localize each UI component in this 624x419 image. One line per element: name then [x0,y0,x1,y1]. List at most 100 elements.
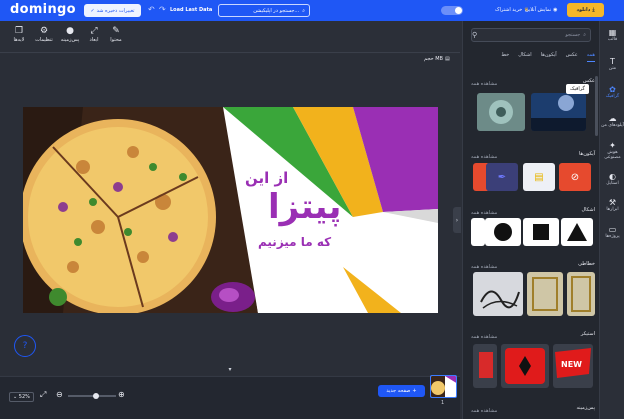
tab-lines[interactable]: خط [501,52,509,62]
sidebar-item-graphics[interactable]: ✿ گرافیک [600,85,624,99]
upload-cloud-icon: ☁ [608,114,617,123]
view-all-shapes[interactable]: مشاهده همه [471,210,497,216]
sidebar-item-label: هوش مصنوعی [604,150,621,160]
view-all-backgrounds[interactable]: مشاهده همه [471,408,497,414]
top-bar: domingo ✓ تغییرات ذخیره شد ↶ ↷ Load Last… [0,0,624,21]
shape-circle[interactable] [485,218,521,246]
app-search-input[interactable]: جستجو در اپلیکیشن... ⌕ [218,4,310,17]
palette-icon: ◐ [609,172,616,181]
help-icon: ? [22,341,28,351]
sidebar-rail: ▦ قالب T متن ✿ گرافیک ☁ آپلودهای من ✦ هوش مصن… [599,21,624,419]
tool-dimensions-label: ابعاد [89,37,99,43]
sidebar-item-text[interactable]: T متن [600,57,624,71]
bottom-bar [0,376,460,419]
sticker-tile-flag[interactable] [501,344,549,388]
tool-layers[interactable]: ❐ لایه‌ها [9,26,29,43]
sidebar-item-tools[interactable]: ⚒ ابزارها [600,198,624,212]
sidebar-item-uploads[interactable]: ☁ آپلودهای من [600,114,624,128]
help-button[interactable]: ? [14,335,36,357]
tab-all[interactable]: همه [586,52,595,62]
view-all-calligraphy[interactable]: مشاهده همه [471,264,497,270]
photo-tile-plant[interactable] [477,93,525,131]
sticker-graphic-1 [479,352,493,378]
tool-layers-label: لایه‌ها [13,37,25,43]
zoom-slider[interactable] [68,393,116,399]
tab-icons[interactable]: آیکون‌ها [541,52,557,62]
undo-icon[interactable]: ↶ [148,5,155,14]
sidebar-item-ai[interactable]: ✦ هوش مصنوعی [600,141,624,160]
plus-icon: + [412,388,417,394]
mode-toggle[interactable] [441,6,463,15]
tool-background-label: پس‌زمینه [60,37,80,43]
folder-icon: ▭ [608,225,617,234]
shape-square[interactable] [523,218,559,246]
canvas-toolbar: ✎ محتوا ⤢ ابعاد ● پس‌زمینه ⚙ تنظیمات ❐ لایه‌ه… [0,21,460,53]
gear-icon: ⚙ [39,26,49,36]
view-all-stickers[interactable]: مشاهده همه [471,334,497,340]
shape-tile-partial[interactable] [471,218,485,246]
panel-collapse-handle[interactable]: › [453,207,461,233]
document-icon: ▤ [534,171,544,183]
chevron-down-icon: ▾ [228,366,232,373]
svg-text:NEW: NEW [561,360,582,369]
sidebar-item-projects[interactable]: ▭ پروژه‌ها [600,225,624,239]
sidebar-item-label: متن [608,66,617,71]
sticker-tile-1[interactable] [473,344,497,388]
rail-tooltip: گرافیک [566,84,589,94]
view-all-photos[interactable]: مشاهده همه [471,81,497,87]
buy-subscription-button[interactable]: خرید اشتراک ♛ [495,7,529,13]
save-status-button[interactable]: ✓ تغییرات ذخیره شد [84,4,141,17]
panel-search-input[interactable]: جستجو ⌕ [471,28,591,42]
tool-content-label: محتوا [110,37,122,43]
view-all-icons[interactable]: مشاهده همه [471,154,497,160]
icon-tile-3[interactable]: ▤ [523,163,555,191]
filter-icon[interactable]: ⚲ [472,31,477,39]
new-page-button[interactable]: صفحه جدید + [378,385,425,397]
calligraphy-graphic-3 [571,276,591,312]
sidebar-item-templates[interactable]: ▦ قالب [600,28,624,42]
icon-tile-4[interactable]: ⊘ [559,163,591,191]
icon-tile-2[interactable]: ✒ [486,163,518,191]
asset-panel: جستجو ⌕ ⚲ همه عکس آیکون‌ها اشکال خط عکس … [462,21,599,419]
zoom-slider-handle[interactable] [93,393,99,399]
tab-shapes[interactable]: اشکال [518,52,532,62]
zoom-in-icon[interactable]: ⊕ [118,390,125,399]
sidebar-item-label: پروژه‌ها [605,234,620,239]
tool-settings[interactable]: ⚙ تنظیمات [34,26,54,43]
page-thumbnail[interactable] [430,375,457,398]
calligraphy-tile-3[interactable] [567,272,595,316]
zoom-value: 52% [18,394,30,400]
section-title-backgrounds: پس‌زمینه [576,405,595,411]
tool-dimensions[interactable]: ⤢ ابعاد [84,26,104,43]
photo-tile-concert[interactable] [531,93,586,131]
redo-icon[interactable]: ↷ [159,5,166,14]
page-number: 1 [441,400,445,406]
plant-photo-graphic [489,100,513,124]
download-button[interactable]: دانلود ⤓ [567,3,604,17]
sidebar-item-label: گرافیک [605,94,620,99]
herb-shape [49,288,67,306]
calligraphy-tile-2[interactable] [527,272,563,316]
zoom-select[interactable]: ⌄ 52% [9,392,34,402]
tab-photos[interactable]: عکس [566,52,578,62]
zoom-out-icon[interactable]: ⊖ [56,390,63,399]
panel-scrollbar[interactable] [595,76,598,136]
artboard[interactable]: از این پیتزا که ما میزنیم [23,107,438,313]
load-last-data-link[interactable]: Load Last Data [170,7,212,13]
tool-content[interactable]: ✎ محتوا [106,26,126,43]
calligraphy-tile-1[interactable] [473,272,523,316]
template-icon: ▦ [608,28,617,37]
shape-triangle[interactable] [561,218,593,246]
sticker-tile-new[interactable]: NEW [553,344,593,388]
fit-screen-icon[interactable]: ⤢ [40,390,46,400]
square-shape-graphic [533,224,549,240]
section-title-icons: آیکون‌ها [579,151,595,157]
calligraphy-graphic-1 [480,290,520,309]
tool-background[interactable]: ● پس‌زمینه [60,26,80,43]
save-status-label: تغییرات ذخیره شد [96,7,135,14]
online-show-button[interactable]: نمایش آنلاین ◉ [525,7,558,13]
graphics-icon: ✿ [609,85,616,94]
sidebar-item-label: قالب [607,37,618,42]
download-label: دانلود [576,7,591,13]
sidebar-item-style[interactable]: ◐ استایل [600,172,624,186]
